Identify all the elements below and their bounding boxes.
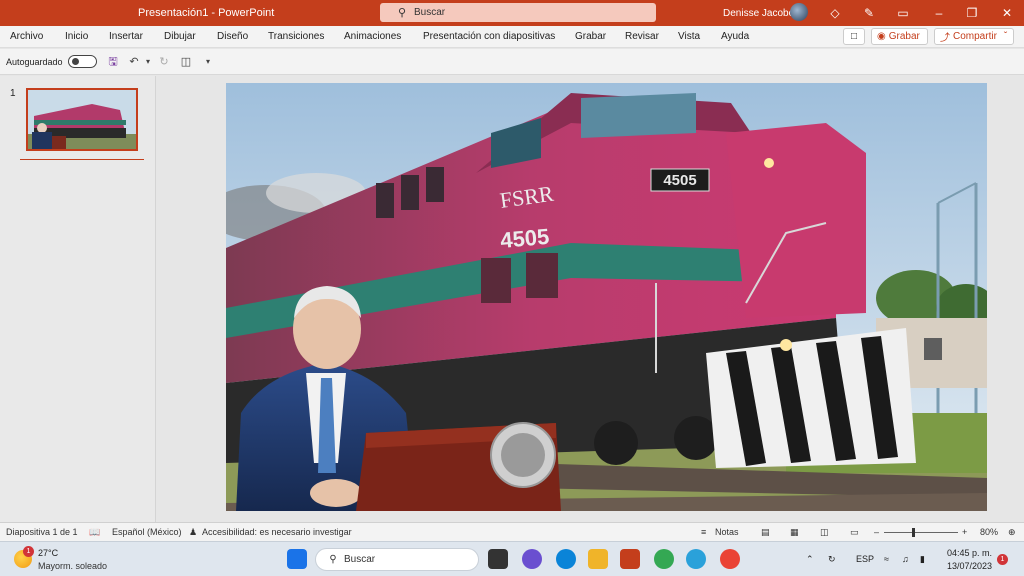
- chevron-down-icon: ˇ: [1003, 31, 1008, 42]
- reading-view-icon[interactable]: ◫: [820, 527, 829, 538]
- autosave-label: Autoguardado: [6, 57, 63, 67]
- zoom-slider-thumb[interactable]: [912, 528, 915, 537]
- chrome-profile-icon[interactable]: [720, 549, 740, 569]
- thumbnail-image: [28, 90, 136, 149]
- save-icon[interactable]: 🖫: [105, 54, 121, 70]
- search-placeholder: Buscar: [414, 7, 446, 18]
- customize-qat-icon[interactable]: ▾: [200, 54, 216, 70]
- title-bar: Presentación1 - PowerPoint ⚲ Buscar Deni…: [0, 0, 1024, 26]
- wifi-icon[interactable]: ≈: [884, 554, 889, 564]
- tab-revisar[interactable]: Revisar: [625, 31, 659, 42]
- close-icon[interactable]: ✕: [998, 4, 1016, 22]
- clock-date[interactable]: 13/07/2023: [942, 561, 992, 571]
- taskbar: 1 27°C Mayorm. soleado ⚲ Buscar ⌃ ↻ ESP …: [0, 541, 1024, 576]
- tab-insertar[interactable]: Insertar: [109, 31, 143, 42]
- thumbnail-separator: [20, 159, 144, 160]
- slide-info: Diapositiva 1 de 1: [6, 527, 78, 537]
- slideshow-icon[interactable]: ▭: [850, 527, 859, 538]
- sync-icon[interactable]: ↻: [828, 554, 836, 565]
- avatar[interactable]: [790, 3, 808, 21]
- minimize-icon[interactable]: –: [930, 4, 948, 22]
- tab-animaciones[interactable]: Animaciones: [344, 31, 401, 42]
- tab-vista[interactable]: Vista: [678, 31, 700, 42]
- tab-presentacion[interactable]: Presentación con diapositivas: [423, 31, 555, 42]
- tab-grabar[interactable]: Grabar: [575, 31, 606, 42]
- status-bar: Diapositiva 1 de 1 📖 Español (México) ♟ …: [0, 522, 1024, 541]
- volume-icon[interactable]: ♫: [902, 554, 909, 564]
- accessibility-icon: ♟: [189, 527, 198, 537]
- keyboard-language[interactable]: ESP: [856, 554, 874, 564]
- record-button[interactable]: ◉ Grabar: [871, 28, 928, 45]
- windows-start-icon[interactable]: [287, 549, 307, 569]
- window-title: Presentación1 - PowerPoint: [138, 7, 275, 19]
- locomotive-number: 4505: [499, 224, 550, 253]
- ribbon-display-icon[interactable]: ▭: [894, 4, 912, 22]
- zoom-slider-track[interactable]: [884, 532, 958, 533]
- record-label: Grabar: [888, 31, 920, 42]
- tab-dibujar[interactable]: Dibujar: [164, 31, 196, 42]
- taskbar-search[interactable]: ⚲ Buscar: [315, 548, 479, 571]
- slide-thumbnail-pane: 1: [0, 76, 156, 522]
- slide[interactable]: 4505 FSRR 4505: [226, 83, 987, 511]
- file-explorer-icon[interactable]: [588, 549, 608, 569]
- accessibility-status[interactable]: Accesibilidad: es necesario investigar: [202, 527, 352, 537]
- notes-button[interactable]: Notas: [715, 527, 739, 537]
- show-hidden-icons[interactable]: ⌃: [806, 554, 814, 565]
- search-icon: ⚲: [329, 554, 337, 565]
- slide-canvas: 4505 FSRR 4505: [157, 76, 1024, 522]
- search-icon: ⚲: [397, 7, 407, 19]
- comment-icon: □: [850, 31, 858, 42]
- share-button[interactable]: ⤴ Compartir ˇ: [934, 28, 1014, 45]
- chrome-icon[interactable]: [654, 549, 674, 569]
- zoom-out-icon[interactable]: –: [874, 527, 879, 537]
- edge-icon[interactable]: [556, 549, 576, 569]
- telegram-icon[interactable]: [686, 549, 706, 569]
- tab-ayuda[interactable]: Ayuda: [721, 31, 749, 42]
- language-status[interactable]: Español (México): [112, 527, 182, 537]
- number-plate-text: 4505: [663, 172, 696, 189]
- slide-thumbnail[interactable]: [26, 88, 138, 151]
- notes-icon: ≡: [701, 527, 707, 537]
- pen-icon[interactable]: ✎: [860, 4, 878, 22]
- redo-icon[interactable]: ↻: [156, 54, 172, 70]
- zoom-in-icon[interactable]: +: [962, 527, 967, 537]
- slide-number: 1: [10, 88, 16, 99]
- share-icon: ⤴: [940, 33, 950, 44]
- diamond-icon[interactable]: ◇: [826, 4, 844, 22]
- weather-condition[interactable]: Mayorm. soleado: [38, 561, 107, 571]
- tab-archivo[interactable]: Archivo: [10, 31, 43, 42]
- zoom-level[interactable]: 80%: [980, 527, 998, 537]
- user-name[interactable]: Denisse Jacobo: [723, 8, 794, 19]
- fit-to-window-icon[interactable]: ⊕: [1008, 527, 1016, 538]
- tab-inicio[interactable]: Inicio: [65, 31, 88, 42]
- clock-time[interactable]: 04:45 p. m.: [946, 548, 992, 558]
- comment-button[interactable]: □: [843, 28, 865, 45]
- tab-transiciones[interactable]: Transiciones: [268, 31, 324, 42]
- maximize-icon[interactable]: ❐: [963, 4, 981, 22]
- notification-badge[interactable]: 1: [997, 554, 1008, 565]
- normal-view-icon[interactable]: ▤: [761, 527, 770, 538]
- ribbon-tabs: Archivo Inicio Insertar Dibujar Diseño T…: [0, 26, 1024, 48]
- teams-icon[interactable]: [522, 549, 542, 569]
- autosave-toggle[interactable]: [68, 55, 97, 68]
- search-box[interactable]: ⚲ Buscar: [380, 3, 656, 22]
- presenter-icon[interactable]: ◫: [178, 54, 194, 70]
- weather-temp[interactable]: 27°C: [38, 548, 58, 558]
- battery-icon[interactable]: ▮: [920, 554, 925, 565]
- undo-dropdown-icon[interactable]: ▾: [140, 54, 156, 70]
- share-label: Compartir: [953, 31, 997, 42]
- powerpoint-icon[interactable]: [620, 549, 640, 569]
- record-icon: ◉: [877, 31, 886, 42]
- spellcheck-icon[interactable]: 📖: [89, 527, 100, 538]
- slide-image: 4505 FSRR 4505: [226, 83, 987, 511]
- quick-access-toolbar: Autoguardado 🖫 ↶ ▾ ↻ ◫ ▾: [0, 49, 1024, 75]
- tab-diseno[interactable]: Diseño: [217, 31, 248, 42]
- task-view-icon[interactable]: [488, 549, 508, 569]
- slide-sorter-icon[interactable]: ▦: [790, 527, 799, 538]
- taskbar-search-label: Buscar: [344, 554, 376, 565]
- weather-badge: 1: [23, 546, 34, 557]
